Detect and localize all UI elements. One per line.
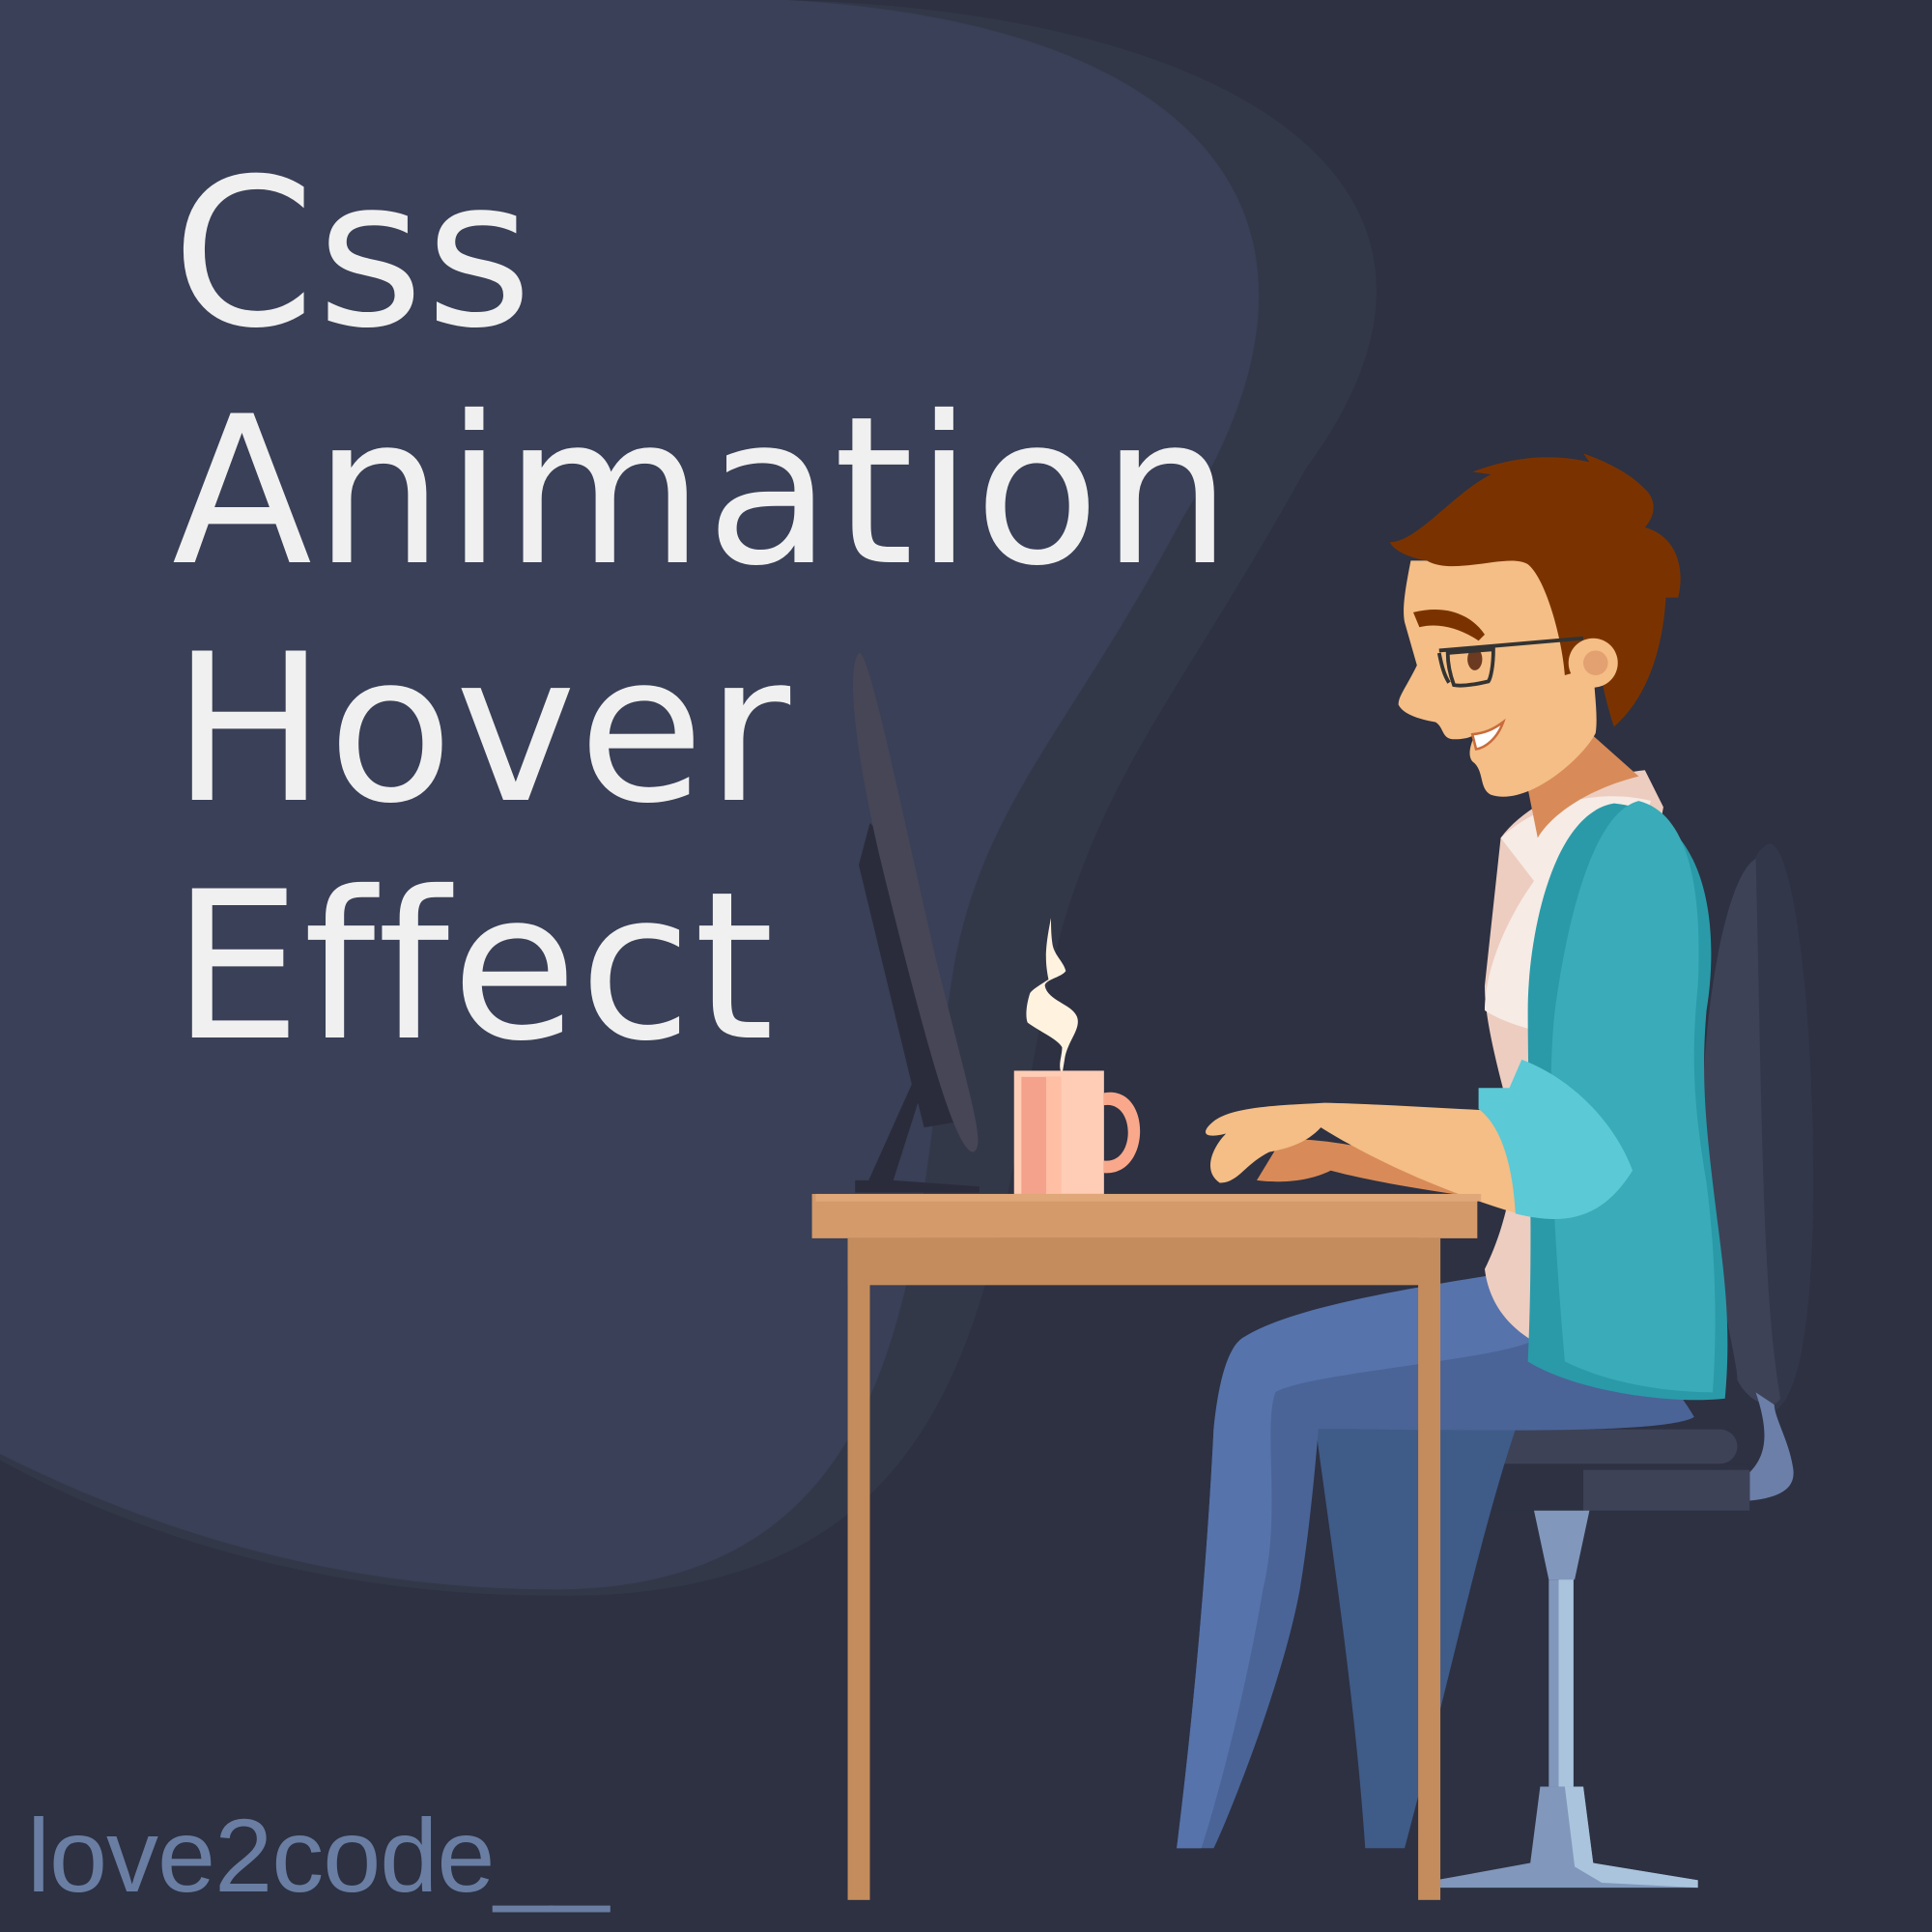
title-line-3: Hover (172, 610, 793, 848)
coffee-mug-icon (1013, 1070, 1141, 1194)
person-illustration (1177, 453, 1728, 1849)
title-line-1: Css (172, 134, 534, 373)
brand-logo-text: love2code__ (27, 1797, 610, 1914)
title-line-4: Effect (172, 847, 777, 1086)
title-line-2: Animation (172, 372, 1234, 611)
page-title: Css Animation Hover Effect (172, 135, 1234, 1086)
